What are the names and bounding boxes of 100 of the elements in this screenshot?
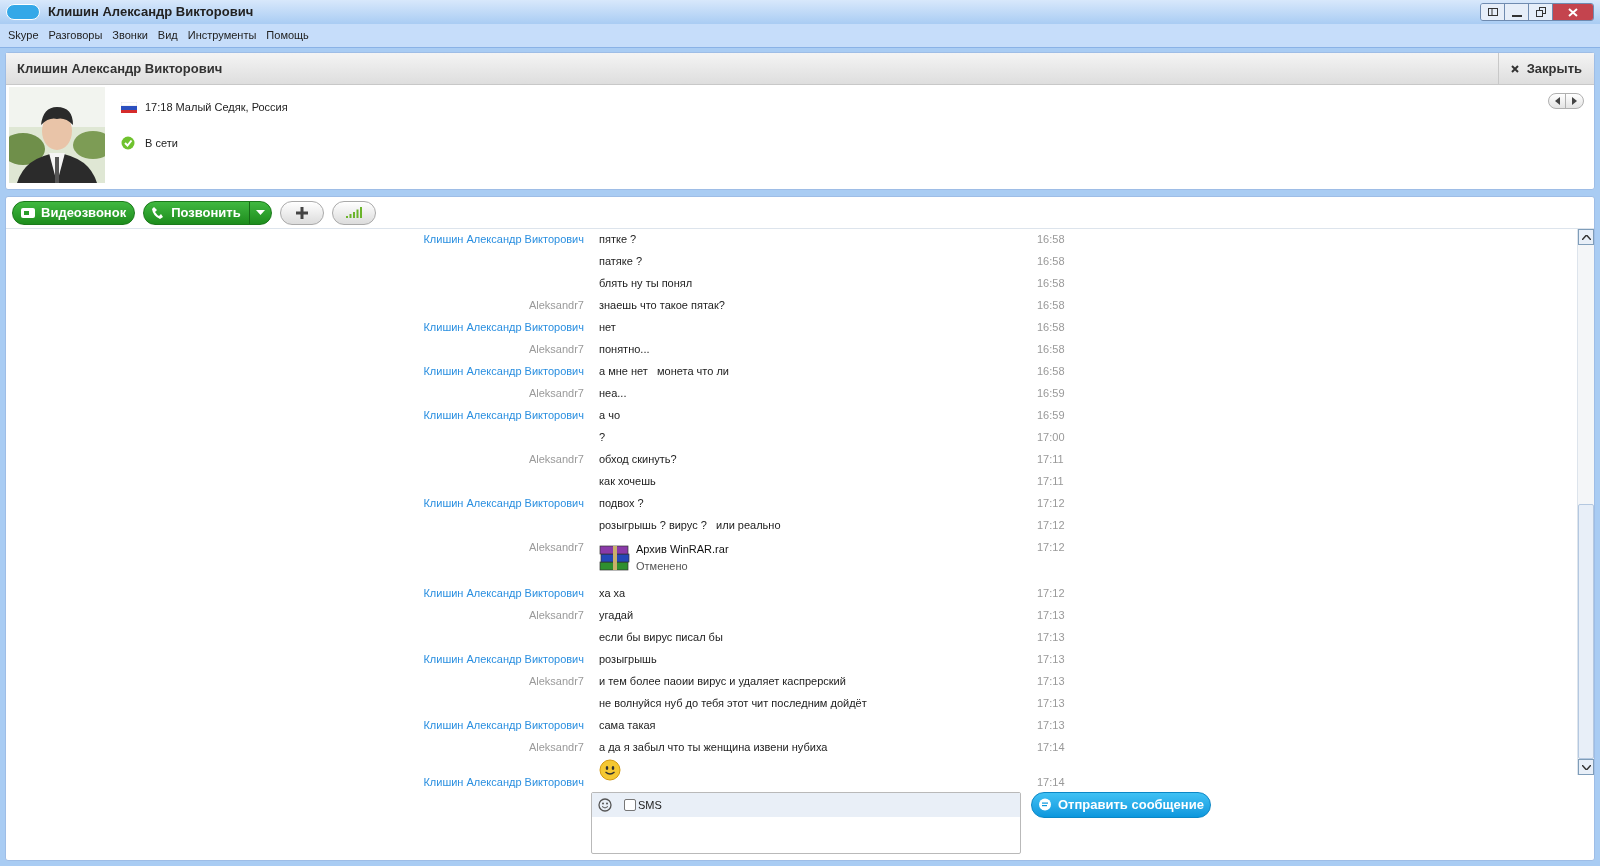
sender-name[interactable]: Клишин Александр Викторович xyxy=(423,719,584,731)
message-time: 16:58 xyxy=(1037,255,1065,267)
add-button[interactable] xyxy=(279,200,324,225)
status-text: В сети xyxy=(145,135,178,151)
message-time: 16:58 xyxy=(1037,277,1065,289)
message-text: подвох ? xyxy=(599,497,644,509)
message-text: нет xyxy=(599,321,616,333)
message-time: 16:59 xyxy=(1037,387,1065,399)
sender-name[interactable]: Клишин Александр Викторович xyxy=(423,497,584,509)
compact-view-button[interactable] xyxy=(1481,4,1505,20)
close-icon xyxy=(1568,7,1578,17)
sender-name[interactable]: Aleksandr7 xyxy=(528,387,584,399)
smiley-emoticon-icon xyxy=(599,759,621,781)
video-call-button[interactable]: Видеозвонок xyxy=(12,200,136,225)
message-time: 17:11 xyxy=(1037,475,1064,487)
sender-name[interactable]: Aleksandr7 xyxy=(528,541,584,553)
message-time: 16:58 xyxy=(1037,299,1065,311)
message-time: 17:13 xyxy=(1037,697,1065,709)
message-text: как хочешь xyxy=(599,475,656,487)
call-quality-button[interactable] xyxy=(331,200,376,225)
message-time: 16:58 xyxy=(1037,321,1065,333)
message-text: блять ну ты понял xyxy=(599,277,693,289)
message-text: и тем более паоии вирус и удаляет каспрерский xyxy=(599,675,846,687)
send-message-button[interactable]: Отправить сообщение xyxy=(1031,792,1211,818)
message-text: а мне нет монета что ли xyxy=(599,365,729,377)
restore-icon xyxy=(1535,7,1546,17)
caret-icon xyxy=(255,210,265,215)
menu-item[interactable]: Skype xyxy=(8,27,39,44)
sender-name[interactable]: Клишин Александр Викторович xyxy=(423,321,584,333)
message-text: а чо xyxy=(599,409,621,421)
close-icon xyxy=(1510,64,1519,73)
sender-name[interactable]: Aleksandr7 xyxy=(528,609,584,621)
message-text: сама такая xyxy=(599,719,656,731)
sender-name[interactable]: Клишин Александр Викторович xyxy=(423,776,584,788)
message-time: 17:13 xyxy=(1037,675,1065,687)
russia-flag-icon xyxy=(121,101,137,113)
menu-item[interactable]: Помощь xyxy=(266,27,309,44)
minimize-icon xyxy=(1511,15,1522,17)
message-time: 17:13 xyxy=(1037,653,1065,665)
message-time: 16:58 xyxy=(1037,233,1065,245)
message-time: 17:14 xyxy=(1037,741,1065,753)
location-text: 17:18 Малый Седяк, Россия xyxy=(145,100,288,115)
sender-name[interactable]: Aleksandr7 xyxy=(528,741,584,753)
message-input-field[interactable]: SMS xyxy=(591,792,1021,854)
message-time: 16:58 xyxy=(1037,365,1065,377)
sender-name[interactable]: Клишин Александр Викторович xyxy=(423,587,584,599)
smiley-icon xyxy=(598,798,612,812)
message-time: 17:12 xyxy=(1037,497,1065,509)
sms-checkbox[interactable] xyxy=(624,799,636,811)
menu-item[interactable]: Разговоры xyxy=(48,27,103,44)
sender-name[interactable]: Aleksandr7 xyxy=(528,453,584,465)
message-text: розыгрышь ? вирус ? или реально xyxy=(599,519,781,531)
menu-item[interactable]: Инструменты xyxy=(187,27,257,44)
restore-button[interactable] xyxy=(1529,4,1553,20)
window-title: Клишин Александр Викторович xyxy=(48,3,254,22)
message-text: неа... xyxy=(599,387,627,399)
scroll-down-icon xyxy=(1581,764,1591,770)
sender-name[interactable]: Aleksandr7 xyxy=(528,299,584,311)
message-time: 17:13 xyxy=(1037,631,1065,643)
close-conversation-button[interactable]: Закрыть xyxy=(1497,53,1594,84)
message-text: понятно... xyxy=(599,343,650,355)
sender-name[interactable]: Клишин Александр Викторович xyxy=(423,365,584,377)
scrollbar-thumb[interactable] xyxy=(1578,504,1594,759)
file-name[interactable]: Архив WinRAR.rar xyxy=(636,541,729,558)
message-time: 17:11 xyxy=(1037,453,1064,465)
message-time: 17:12 xyxy=(1037,541,1065,553)
close-button[interactable] xyxy=(1553,4,1593,20)
message-time: 17:00 xyxy=(1037,431,1065,443)
phone-icon xyxy=(152,206,164,219)
message-text: патяке ? xyxy=(599,255,643,267)
scroll-up-icon xyxy=(1581,234,1591,240)
skype-logo-icon xyxy=(6,4,40,20)
chat-bubble-icon xyxy=(1038,798,1052,812)
sender-name[interactable]: Клишин Александр Викторович xyxy=(423,653,584,665)
archive-books-icon xyxy=(599,545,631,571)
message-text: ха ха xyxy=(599,587,626,599)
message-text: угадай xyxy=(599,609,634,621)
left-arrow-icon xyxy=(1554,97,1560,105)
sender-name[interactable]: Aleksandr7 xyxy=(528,675,584,687)
plus-icon xyxy=(295,206,308,219)
message-text: знаешь что такое пятак? xyxy=(599,299,725,311)
sender-name[interactable]: Клишин Александр Викторович xyxy=(423,409,584,421)
compact-view-icon xyxy=(1487,8,1498,16)
message-text: розыгрышь xyxy=(599,653,657,665)
minimize-button[interactable] xyxy=(1505,4,1529,20)
menu-item[interactable]: Звонки xyxy=(112,27,148,44)
scrollbar[interactable] xyxy=(1577,229,1594,775)
message-time: 16:58 xyxy=(1037,343,1065,355)
message-time: 17:13 xyxy=(1037,719,1065,731)
online-status-icon xyxy=(121,135,135,150)
message-text: ? xyxy=(599,431,606,443)
message-time: 17:13 xyxy=(1037,609,1065,621)
message-text: пятке ? xyxy=(599,233,637,245)
sender-name[interactable]: Aleksandr7 xyxy=(528,343,584,355)
video-camera-icon xyxy=(21,207,35,218)
sender-name[interactable]: Клишин Александр Викторович xyxy=(423,233,584,245)
sms-label: SMS xyxy=(638,797,662,813)
right-arrow-icon xyxy=(1572,97,1577,105)
message-time: 16:59 xyxy=(1037,409,1065,421)
menu-item[interactable]: Вид xyxy=(157,27,178,44)
